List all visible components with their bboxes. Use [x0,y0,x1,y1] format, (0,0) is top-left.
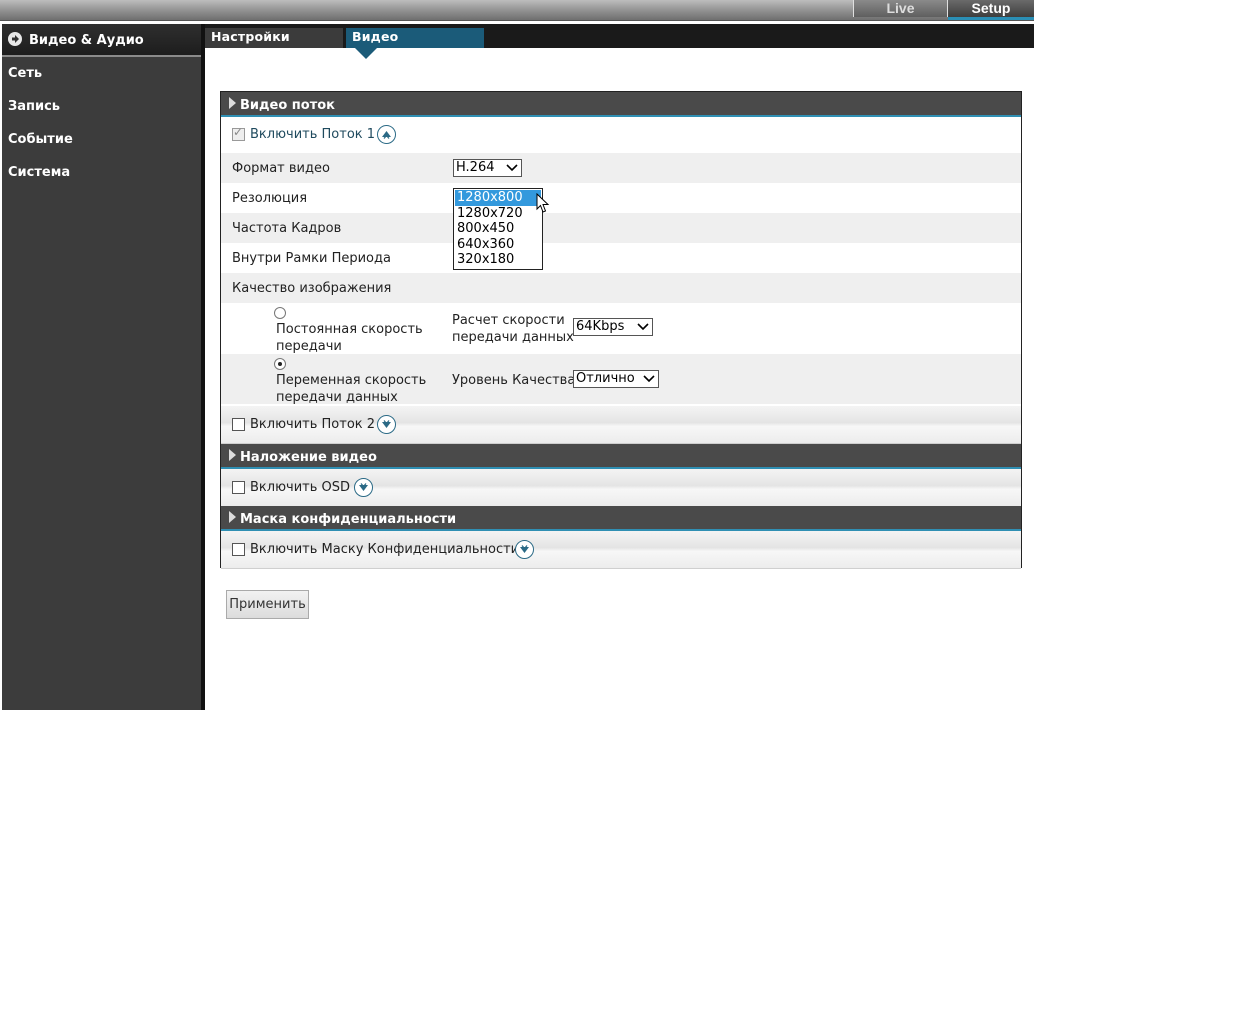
resolution-row: Резолюция [221,183,1021,213]
apply-button[interactable]: Применить [226,590,309,619]
osd-label: Включить OSD [250,480,351,495]
gop-row: Внутри Рамки Периода [221,243,1021,273]
video-format-row: Формат видео H.264 [221,153,1021,183]
quality-level-label: Уровень Качества [452,373,576,388]
quality-level-select[interactable]: Отлично [573,370,659,388]
privacy-mask-row: Включить Маску Конфиденциальности [221,531,1021,569]
bitrate-label: Расчет скорости передачи данных [452,313,574,345]
video-format-select[interactable]: H.264 [453,159,522,177]
image-quality-row: Качество изображения [221,273,1021,303]
sub-tab-bar: Настройки камеры Видео настройки [205,24,1034,62]
chevron-down-icon [637,323,649,331]
privacy-mask-checkbox[interactable] [232,543,245,556]
cbr-row: Постоянная скорость передачи Расчет скор… [221,303,1021,354]
sidebar: Видео & Аудио Сеть Запись Событие Систем… [2,24,201,710]
stream2-label: Включить Поток 2 [250,417,376,432]
stream2-row: Включить Поток 2 [221,406,1021,444]
section-title: Маска конфиденциальности [240,512,457,527]
chevron-down-icon [506,164,518,172]
collapse-up-icon[interactable] [377,125,396,144]
stream1-checkbox[interactable] [232,125,245,141]
tab-camera-settings[interactable]: Настройки камеры [205,28,343,62]
sidebar-item-event[interactable]: Событие [2,123,201,156]
sidebar-item-recording[interactable]: Запись [2,90,201,123]
stream1-row: Включить Поток 1 [221,117,1021,152]
arrow-right-icon [8,31,22,46]
chevron-down-icon [643,375,655,383]
mouse-cursor-icon [536,193,550,213]
sidebar-item-video-audio[interactable]: Видео & Аудио [2,24,201,57]
video-format-label: Формат видео [232,161,330,176]
sidebar-item-label: Система [8,165,71,180]
select-value: H.264 [456,160,495,175]
frame-rate-label: Частота Кадров [232,221,342,236]
resolution-option[interactable]: 800x450 [454,221,542,237]
tab-video-settings[interactable]: Видео настройки [346,28,484,62]
vbr-row: Переменная скорость передачи данных Уров… [221,354,1021,405]
sidebar-item-label: Сеть [8,66,43,81]
vbr-radio[interactable] [274,358,286,370]
sidebar-item-label: Видео & Аудио [29,33,144,48]
frame-rate-row: Частота Кадров [221,213,1021,243]
stream2-checkbox[interactable] [232,418,245,431]
vbr-label: Переменная скорость передачи данных [276,373,427,405]
sidebar-divider [201,24,205,710]
top-bar: Live Setup [0,0,1034,21]
sidebar-item-label: Событие [8,132,73,147]
resolution-option[interactable]: 1280x800 [455,190,541,206]
section-title: Наложение видео [240,450,377,465]
cbr-label: Постоянная скорость передачи [276,322,423,354]
expand-triangle-icon [229,449,236,461]
select-value: Отлично [576,371,635,386]
expand-down-icon[interactable] [377,415,396,434]
select-value: 64Kbps [576,319,625,334]
osd-checkbox[interactable] [232,481,245,494]
resolution-dropdown-list[interactable]: 1280x800 1280x720 800x450 640x360 320x18… [453,188,543,270]
cbr-radio[interactable] [274,307,286,319]
video-stream-header[interactable]: Видео поток [221,92,1021,117]
privacy-mask-header[interactable]: Маска конфиденциальности [221,506,1021,531]
expand-down-icon[interactable] [515,540,534,559]
expand-down-icon[interactable] [354,478,373,497]
live-tab[interactable]: Live [853,0,948,17]
expand-triangle-icon [229,511,236,523]
sidebar-item-system[interactable]: Система [2,156,201,189]
sidebar-item-label: Запись [8,99,61,114]
expand-triangle-icon [229,97,236,109]
video-overlay-header[interactable]: Наложение видео [221,444,1021,469]
resolution-option[interactable]: 320x180 [454,252,542,268]
resolution-label: Резолюция [232,191,308,206]
settings-panel: Видео поток Включить Поток 1 Формат виде… [220,91,1022,569]
setup-tab[interactable]: Setup [948,0,1034,20]
active-tab-pointer [355,48,377,59]
resolution-option[interactable]: 1280x720 [454,206,542,222]
section-title: Видео поток [240,98,335,113]
stream1-label: Включить Поток 1 [250,127,376,142]
sidebar-item-network[interactable]: Сеть [2,57,201,90]
osd-row: Включить OSD [221,469,1021,507]
image-quality-label: Качество изображения [232,281,392,296]
resolution-option[interactable]: 640x360 [454,237,542,253]
privacy-mask-label: Включить Маску Конфиденциальности [250,542,520,557]
bitrate-select[interactable]: 64Kbps [573,318,653,336]
gop-label: Внутри Рамки Периода [232,251,391,266]
